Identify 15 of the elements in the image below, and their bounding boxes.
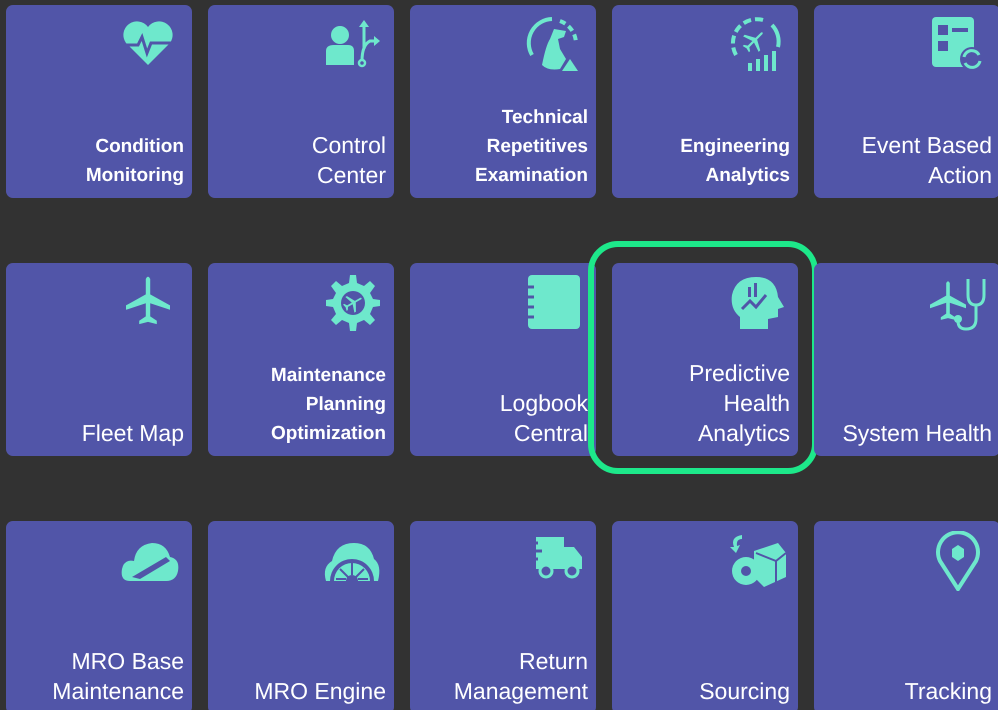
app-tile[interactable]: Fleet Map [6,263,192,456]
app-tile[interactable]: Logbook Central [410,263,596,456]
app-tile[interactable]: MRO Base Maintenance [6,521,192,710]
app-tile[interactable]: Technical Repetitives Examination [410,5,596,198]
app-tile[interactable]: Tracking [814,521,998,710]
app-tile[interactable]: Event Based Action [814,5,998,198]
app-tile[interactable]: MRO Engine [208,521,394,710]
app-tile[interactable]: Sourcing [612,521,798,710]
app-tile[interactable]: Predictive Health Analytics [612,263,798,456]
app-tile[interactable]: Maintenance Planning Optimization [208,263,394,456]
app-tile[interactable]: Control Center [208,5,394,198]
app-tile[interactable]: Return Management [410,521,596,710]
app-tile[interactable]: System Health [814,263,998,456]
app-tile[interactable]: Condition Monitoring [6,5,192,198]
app-tile[interactable]: Engineering Analytics [612,5,798,198]
